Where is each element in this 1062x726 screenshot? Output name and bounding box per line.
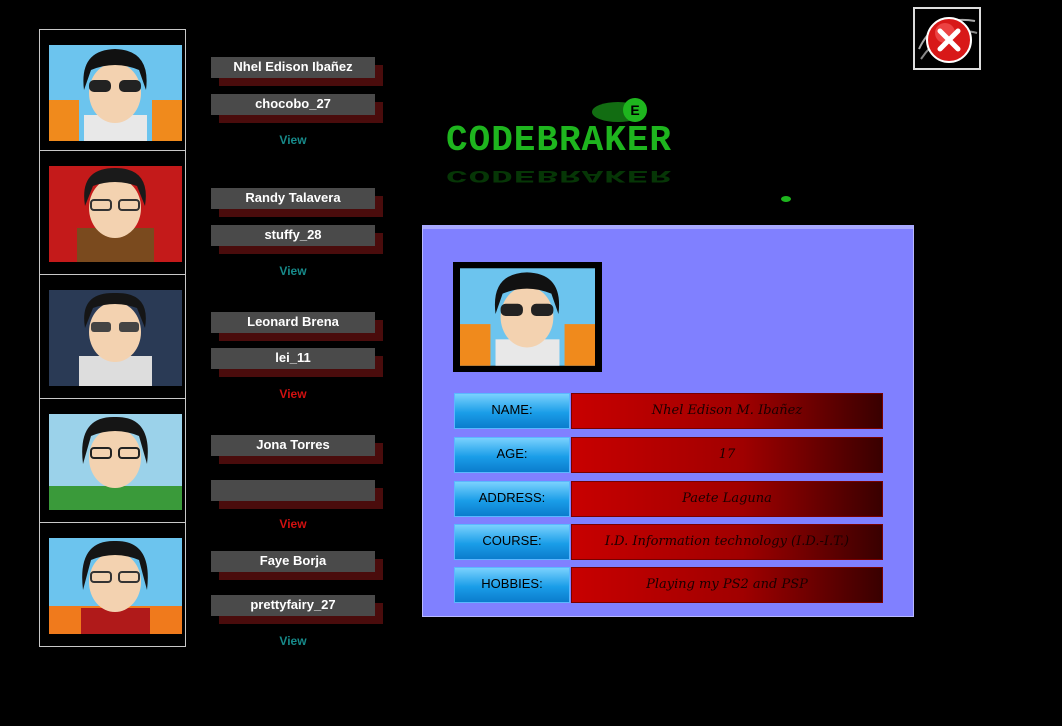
profile-photo [453,262,602,372]
profile-row-hobbies: HOBBIES: Playing my PS2 and PSP [454,567,883,603]
field-value: Paete Laguna [571,481,883,517]
field-value: Nhel Edison M. Ibañez [571,393,883,429]
profile-row-name: NAME: Nhel Edison M. Ibañez [454,393,883,429]
view-link[interactable]: View [211,387,375,401]
profile-panel: NAME: Nhel Edison M. Ibañez AGE: 17 ADDR… [422,225,914,617]
member-name: Jona Torres [211,435,375,456]
avatar-image [49,290,182,386]
avatar-faye[interactable] [39,523,186,647]
codebraker-logo: E CODEBRAKER CODEBRAKER [428,88,798,218]
avatar-jona[interactable] [39,399,186,523]
member-list: Nhel Edison Ibañez chocobo_27 View Randy… [211,0,391,726]
avatar-image [49,414,182,510]
field-label: HOBBIES: [454,567,570,603]
field-label: AGE: [454,437,570,473]
close-icon [918,17,978,63]
member-name: Nhel Edison Ibañez [211,57,375,78]
view-link[interactable]: View [211,634,375,648]
member-username: lei_11 [211,348,375,369]
logo-text: CODEBRAKER [446,120,672,161]
member-name: Leonard Brena [211,312,375,333]
view-link[interactable]: View [211,133,375,147]
field-value: I.D. Information technology (I.D.-I.T.) [571,524,883,560]
field-value: 17 [571,437,883,473]
field-label: NAME: [454,393,570,429]
profile-row-age: AGE: 17 [454,437,883,473]
member-username: stuffy_28 [211,225,375,246]
view-link[interactable]: View [211,517,375,531]
avatar-nhel[interactable] [39,29,186,151]
member-name: Faye Borja [211,551,375,572]
profile-avatar-image [460,268,595,366]
avatar-image [49,166,182,262]
field-value: Playing my PS2 and PSP [571,567,883,603]
avatar-image [49,45,182,141]
avatar-leonard[interactable] [39,275,186,399]
view-link[interactable]: View [211,264,375,278]
member-name: Randy Talavera [211,188,375,209]
logo-reflection: CODEBRAKER [446,165,672,186]
member-username [211,480,375,501]
logo-accent-letter: E [630,102,639,118]
field-label: COURSE: [454,524,570,560]
avatar-column [39,29,188,647]
close-button[interactable] [913,7,981,70]
avatar-randy[interactable] [39,151,186,275]
profile-row-address: ADDRESS: Paete Laguna [454,481,883,517]
profile-row-course: COURSE: I.D. Information technology (I.D… [454,524,883,560]
member-username: chocobo_27 [211,94,375,115]
member-username: prettyfairy_27 [211,595,375,616]
field-label: ADDRESS: [454,481,570,517]
avatar-image [49,538,182,634]
